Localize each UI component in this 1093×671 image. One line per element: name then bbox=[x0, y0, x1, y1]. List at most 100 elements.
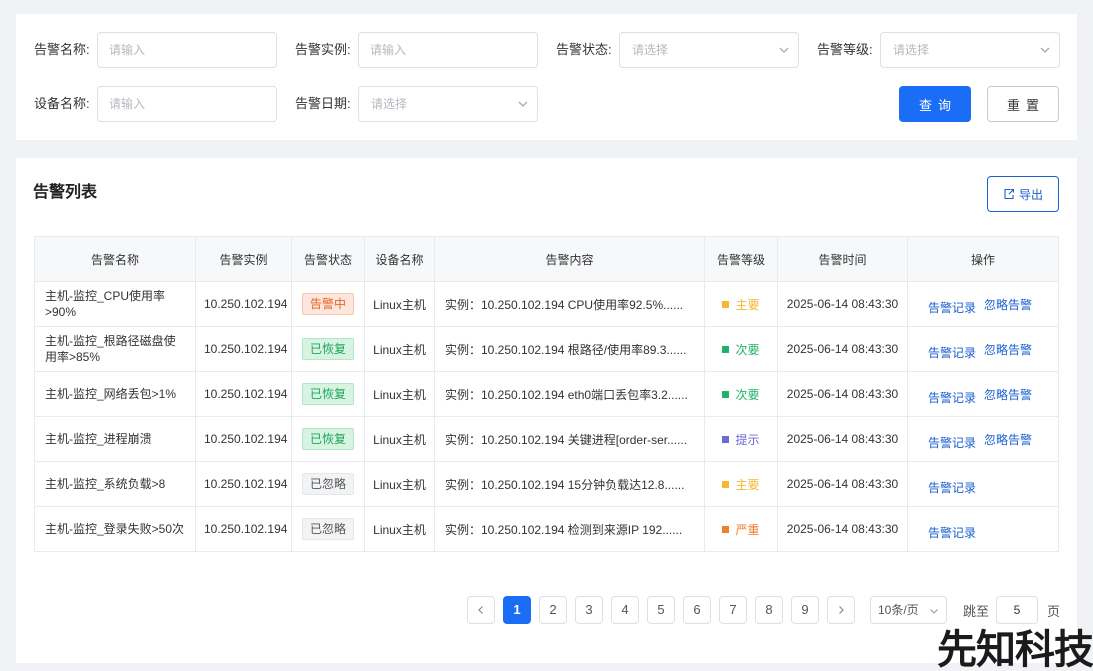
chevron-down-icon bbox=[930, 609, 938, 614]
alert-instance-cell: 10.250.102.194 bbox=[195, 416, 292, 462]
prev-page-button[interactable] bbox=[467, 596, 495, 624]
reset-button[interactable]: 重置 bbox=[987, 86, 1059, 122]
device-name-label: 设备名称: bbox=[34, 96, 90, 111]
status-badge: 已忽略 bbox=[301, 473, 354, 495]
alert-name-cell: 主机-监控_登录失败>50次 bbox=[34, 506, 196, 552]
alert-date-select[interactable]: 请选择 bbox=[358, 86, 538, 122]
page-button[interactable]: 3 bbox=[575, 596, 603, 624]
alert-content-cell: 实例：10.250.102.194 根路径/使用率89.3...... bbox=[434, 326, 705, 372]
alert-content-cell: 实例：10.250.102.194 CPU使用率92.5%...... bbox=[434, 281, 705, 327]
alert-level-cell: 主要 bbox=[704, 281, 778, 327]
chevron-down-icon bbox=[518, 101, 528, 107]
alert-instance-input[interactable] bbox=[358, 32, 538, 68]
alert-instance-cell: 10.250.102.194 bbox=[195, 461, 292, 507]
device-name-input[interactable] bbox=[97, 86, 277, 122]
page-button[interactable]: 5 bbox=[647, 596, 675, 624]
alert-level-label: 告警等级: bbox=[817, 42, 873, 57]
alert-record-link[interactable]: 告警记录 bbox=[928, 344, 976, 361]
alert-status-select[interactable]: 请选择 bbox=[619, 32, 799, 68]
page-size-select[interactable]: 10条/页 bbox=[870, 596, 947, 624]
level-label: 次要 bbox=[735, 387, 760, 402]
table-row: 主机-监控_系统负载>8 10.250.102.194 已忽略 Linux主机 实例：1… bbox=[34, 461, 1059, 507]
column-header: 告警时间 bbox=[777, 236, 908, 282]
level-indicator bbox=[722, 435, 730, 443]
table-row: 主机-监控_进程崩溃 10.250.102.194 已恢复 Linux主机 实例：10.… bbox=[34, 416, 1059, 462]
page-button[interactable]: 7 bbox=[719, 596, 747, 624]
alert-instance-cell: 10.250.102.194 bbox=[195, 371, 292, 417]
ignore-alert-link[interactable]: 忽略告警 bbox=[984, 296, 1032, 313]
chevron-down-icon bbox=[779, 47, 789, 53]
alert-level-select[interactable]: 请选择 bbox=[880, 32, 1060, 68]
export-icon bbox=[1004, 188, 1015, 200]
alert-instance-cell: 10.250.102.194 bbox=[195, 506, 292, 552]
alert-table: 告警名称 告警实例 告警状态 设备名称 告警内容 告警等级 告警时间 操作 主机… bbox=[34, 236, 1059, 552]
chevron-right-icon bbox=[839, 606, 844, 614]
level-indicator bbox=[722, 480, 730, 488]
query-button[interactable]: 查询 bbox=[899, 86, 971, 122]
alert-level-cell: 次要 bbox=[704, 326, 778, 372]
alert-level-cell: 次要 bbox=[704, 371, 778, 417]
table-row: 主机-监控_登录失败>50次 10.250.102.194 已忽略 Linux主机 实例… bbox=[34, 506, 1059, 552]
alert-status-cell: 已忽略 bbox=[291, 461, 365, 507]
table-row: 主机-监控_根路径磁盘使用率>85% 10.250.102.194 已恢复 Linux… bbox=[34, 326, 1059, 372]
level-indicator bbox=[722, 525, 730, 533]
page-button[interactable]: 1 bbox=[503, 596, 531, 624]
alert-record-link[interactable]: 告警记录 bbox=[928, 299, 976, 316]
level-indicator bbox=[722, 345, 730, 353]
alert-status-cell: 已恢复 bbox=[291, 416, 365, 462]
alert-record-link[interactable]: 告警记录 bbox=[928, 389, 976, 406]
page-button[interactable]: 4 bbox=[611, 596, 639, 624]
level-label: 主要 bbox=[735, 297, 760, 312]
alert-name-cell: 主机-监控_网络丢包>1% bbox=[34, 371, 196, 417]
alert-content-cell: 实例：10.250.102.194 15分钟负载达12.8...... bbox=[434, 461, 705, 507]
alert-record-link[interactable]: 告警记录 bbox=[928, 479, 976, 496]
ignore-alert-link[interactable]: 忽略告警 bbox=[984, 386, 1032, 403]
device-name-cell: Linux主机 bbox=[364, 326, 435, 372]
alert-time-cell: 2025-06-14 08:43:30 bbox=[777, 326, 908, 372]
alert-record-link[interactable]: 告警记录 bbox=[928, 434, 976, 451]
device-name-cell: Linux主机 bbox=[364, 371, 435, 417]
device-name-cell: Linux主机 bbox=[364, 506, 435, 552]
chevron-left-icon bbox=[478, 606, 483, 614]
column-header: 设备名称 bbox=[364, 236, 435, 282]
alert-status-cell: 告警中 bbox=[291, 281, 365, 327]
ignore-alert-link[interactable]: 忽略告警 bbox=[984, 431, 1032, 448]
level-indicator bbox=[722, 390, 730, 398]
alert-name-label: 告警名称: bbox=[34, 42, 90, 57]
device-name-cell: Linux主机 bbox=[364, 461, 435, 507]
alert-level-placeholder: 请选择 bbox=[893, 43, 930, 57]
watermark-logo: 先知科技 bbox=[937, 627, 1093, 671]
page-button[interactable]: 2 bbox=[539, 596, 567, 624]
column-header: 告警名称 bbox=[34, 236, 196, 282]
status-badge: 已忽略 bbox=[301, 518, 354, 540]
actions-cell: 告警记录 忽略告警 bbox=[907, 281, 1059, 327]
alert-level-cell: 提示 bbox=[704, 416, 778, 462]
chevron-down-icon bbox=[1040, 47, 1050, 53]
alert-date-label: 告警日期: bbox=[295, 96, 351, 111]
actions-cell: 告警记录 忽略告警 bbox=[907, 371, 1059, 417]
level-label: 次要 bbox=[735, 342, 760, 357]
ignore-alert-link[interactable]: 忽略告警 bbox=[984, 341, 1032, 358]
alert-content-cell: 实例：10.250.102.194 检测到来源IP 192...... bbox=[434, 506, 705, 552]
alert-level-cell: 严重 bbox=[704, 506, 778, 552]
next-page-button[interactable] bbox=[827, 596, 855, 624]
alert-instance-cell: 10.250.102.194 bbox=[195, 281, 292, 327]
alert-name-input[interactable] bbox=[97, 32, 277, 68]
page-button[interactable]: 6 bbox=[683, 596, 711, 624]
alert-name-cell: 主机-监控_根路径磁盘使用率>85% bbox=[34, 326, 196, 372]
alert-content-cell: 实例：10.250.102.194 eth0端口丢包率3.2...... bbox=[434, 371, 705, 417]
export-button[interactable]: 导出 bbox=[987, 176, 1059, 212]
alert-status-cell: 已忽略 bbox=[291, 506, 365, 552]
page-button[interactable]: 9 bbox=[791, 596, 819, 624]
status-badge: 告警中 bbox=[301, 293, 354, 315]
actions-cell: 告警记录 bbox=[907, 461, 1059, 507]
alert-instance-label: 告警实例: bbox=[295, 42, 351, 57]
alert-date-placeholder: 请选择 bbox=[371, 97, 408, 111]
table-row: 主机-监控_CPU使用率>90% 10.250.102.194 告警中 Linux主机… bbox=[34, 281, 1059, 327]
level-indicator bbox=[722, 300, 730, 308]
alert-status-placeholder: 请选择 bbox=[632, 43, 669, 57]
alert-record-link[interactable]: 告警记录 bbox=[928, 524, 976, 541]
page-button[interactable]: 8 bbox=[755, 596, 783, 624]
level-label: 严重 bbox=[735, 522, 760, 537]
column-header: 告警内容 bbox=[434, 236, 705, 282]
